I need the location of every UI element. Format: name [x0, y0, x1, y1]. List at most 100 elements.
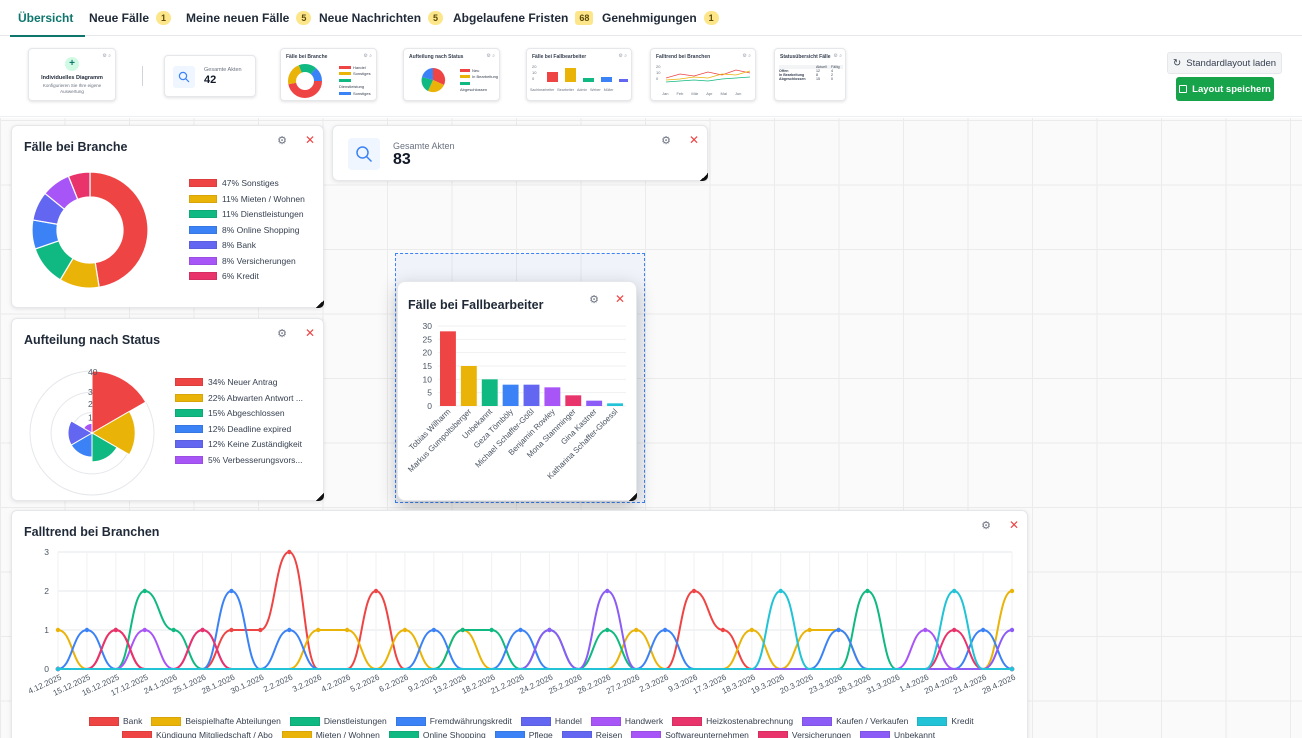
palette-bearbeiter-chart[interactable]: Fälle bei Fallbearbeiter ⚙ ⌕ 20 10 0 Sachb…	[526, 48, 632, 101]
palette-bearbeiter-bars	[547, 68, 628, 82]
widget-falltrend-branchen[interactable]: Falltrend bei Branchen ⚙ ✕ 0 1 2 3 4.12.2025…	[11, 510, 1028, 738]
legend-item: Handel	[520, 716, 582, 726]
legend-label: Kündigung Mitgliedschaft / Abo	[156, 730, 273, 738]
legend-item: Kredit	[917, 716, 974, 726]
x-tick-label: 6.2.2026	[378, 672, 411, 694]
legend-label: 15% Abgeschlossen	[208, 408, 285, 418]
palette-bearbeiter-labels: Sachbearbeiter Bearbeiter Admin Weber Müller	[530, 88, 614, 92]
data-point	[951, 588, 957, 594]
tab-genehmigungen[interactable]: Genehmigungen 1	[602, 0, 719, 36]
gear-icon[interactable]: ⚙	[276, 328, 288, 340]
palette-custom-subtitle: Konfigurieren Sie Ihre eigene Auswertung	[42, 83, 102, 94]
load-default-layout-button[interactable]: ↻ Standardlayout laden	[1167, 52, 1282, 74]
settings-icon: ⚙ ⌕	[363, 53, 372, 59]
legend-swatch	[859, 730, 890, 738]
legend-item: Online Shopping	[388, 730, 486, 738]
tab-label: Abgelaufene Fristen	[453, 11, 569, 25]
bar	[565, 395, 582, 406]
settings-icon: ⚙ ⌕	[742, 53, 751, 59]
legend-text: Sonstiges	[353, 71, 371, 77]
widget-aufteilung-status[interactable]: Aufteilung nach Status ⚙ ✕ 40 3 2 1 34% Neu…	[11, 318, 324, 501]
data-point	[84, 627, 90, 633]
data-point	[344, 627, 350, 633]
x-tick-label: 4.2.2026	[320, 672, 353, 694]
legend-label: Unbekannt	[893, 730, 936, 738]
gear-icon[interactable]: ⚙	[276, 135, 288, 147]
legend-row: Bank Beispielhafte Abteilungen Dienstleist…	[89, 716, 974, 726]
legend-swatch	[631, 730, 662, 738]
data-point	[171, 627, 176, 633]
total-files-label: Gesamte Akten	[393, 141, 455, 151]
legend-swatch	[189, 210, 217, 218]
legend-swatch	[175, 440, 203, 448]
tab-label: Meine neuen Fälle	[186, 11, 290, 25]
data-point	[807, 627, 812, 633]
legend-item: 8% Bank	[189, 240, 256, 250]
legend-swatch	[189, 194, 217, 203]
legend-label: 47% Sonstiges	[222, 178, 279, 188]
status-polar-chart: 40 3 2 1	[29, 367, 155, 496]
legend-label: Softwareunternehmen	[665, 730, 749, 738]
legend-swatch	[189, 272, 217, 280]
widget-faelle-fallbearbeiter[interactable]: Fälle bei Fallbearbeiter ⚙ ✕ 0 5 10 15 20 25 3…	[397, 281, 637, 501]
palette-branche-chart[interactable]: Fälle bei Branche ⚙ ⌕ Handel Sonstiges D…	[280, 48, 377, 101]
data-point	[923, 627, 928, 633]
close-icon[interactable]: ✕	[1008, 519, 1020, 531]
gear-icon[interactable]: ⚙	[588, 294, 600, 306]
widget-gesamte-akten[interactable]: Gesamte Akten 83 ⚙ ✕	[332, 125, 708, 181]
legend-label: 11% Dienstleistungen	[222, 209, 304, 219]
legend-item: Versicherungen	[757, 730, 851, 738]
bearbeiter-bar-chart: 051015202530Tobias WilharmMarkus Gumpolt…	[406, 321, 626, 481]
data-point	[402, 627, 408, 633]
palette-trend-chart[interactable]: Falltrend bei Branchen ⚙ ⌕ 20 10 0 Jan Feb M…	[650, 48, 756, 101]
legend-label: Mieten / Wohnen	[315, 730, 380, 738]
total-files-value: 83	[393, 151, 411, 168]
data-point	[287, 549, 292, 555]
palette-total-files[interactable]: Gesamte Akten 42	[164, 55, 256, 97]
close-icon[interactable]: ✕	[688, 134, 700, 146]
tab-neue-nachrichten[interactable]: Neue Nachrichten 5	[319, 0, 444, 36]
legend-item: Pflege	[494, 730, 553, 738]
x-tick-label: 2.2.2026	[262, 672, 295, 694]
legend-text: Dienstleistung	[339, 84, 365, 90]
y-tick-label: 0	[44, 664, 49, 674]
bar	[607, 403, 623, 406]
close-icon[interactable]: ✕	[614, 293, 626, 305]
palette-custom-chart[interactable]: + ⚙ ⌕ Individuelles Diagramm Konfigurier…	[28, 48, 116, 101]
settings-icon: ⚙ ⌕	[102, 53, 111, 59]
tab-meine-neuen-faelle[interactable]: Meine neuen Fälle 5	[186, 0, 312, 36]
palette-status-title: Aufteilung nach Status	[409, 54, 464, 60]
bar	[440, 331, 456, 406]
legend-label: 6% Kredit	[222, 271, 259, 281]
palette-custom-title: Individuelles Diagramm	[41, 75, 103, 81]
x-tick-label: 5.2.2026	[349, 672, 382, 694]
legend-item: Softwareunternehmen	[631, 730, 749, 738]
close-icon[interactable]: ✕	[304, 134, 316, 146]
legend-item: Fremdwährungskredit	[395, 716, 512, 726]
search-icon	[173, 66, 195, 88]
data-point	[1009, 627, 1015, 633]
palette-branche-donut	[288, 64, 322, 98]
gear-icon[interactable]: ⚙	[980, 520, 992, 532]
legend-swatch	[189, 225, 217, 234]
close-icon[interactable]: ✕	[304, 327, 316, 339]
bar	[460, 366, 477, 406]
save-layout-button[interactable]: Layout speichern	[1176, 77, 1274, 101]
tab-uebersicht[interactable]: Übersicht	[9, 0, 86, 37]
tab-neue-faelle[interactable]: Neue Fälle 1	[89, 0, 172, 36]
data-point	[980, 627, 986, 633]
data-point	[720, 627, 726, 633]
data-point	[749, 627, 755, 633]
legend-label: Kaufen / Verkaufen	[836, 716, 909, 726]
palette-status-chart[interactable]: Aufteilung nach Status ⚙ ⌕ Neu In Bearbe…	[403, 48, 500, 101]
widget-faelle-branche[interactable]: Fälle bei Branche ⚙ ✕ 47% Sonstiges 11% M…	[11, 125, 324, 308]
count-badge: 68	[575, 11, 594, 25]
palette-overview-table[interactable]: Statusübersicht Fälle ⚙ ⌕ Aktuell Fällig …	[774, 48, 846, 101]
data-point	[836, 627, 841, 633]
legend-item: Handwerk	[590, 716, 663, 726]
legend-label: Fremdwährungskredit	[429, 716, 512, 726]
gear-icon[interactable]: ⚙	[660, 135, 672, 147]
data-point	[258, 627, 263, 633]
legend-item: 12% Keine Zuständigkeit	[175, 439, 302, 449]
tab-abgelaufene-fristen[interactable]: Abgelaufene Fristen 68	[453, 0, 594, 36]
